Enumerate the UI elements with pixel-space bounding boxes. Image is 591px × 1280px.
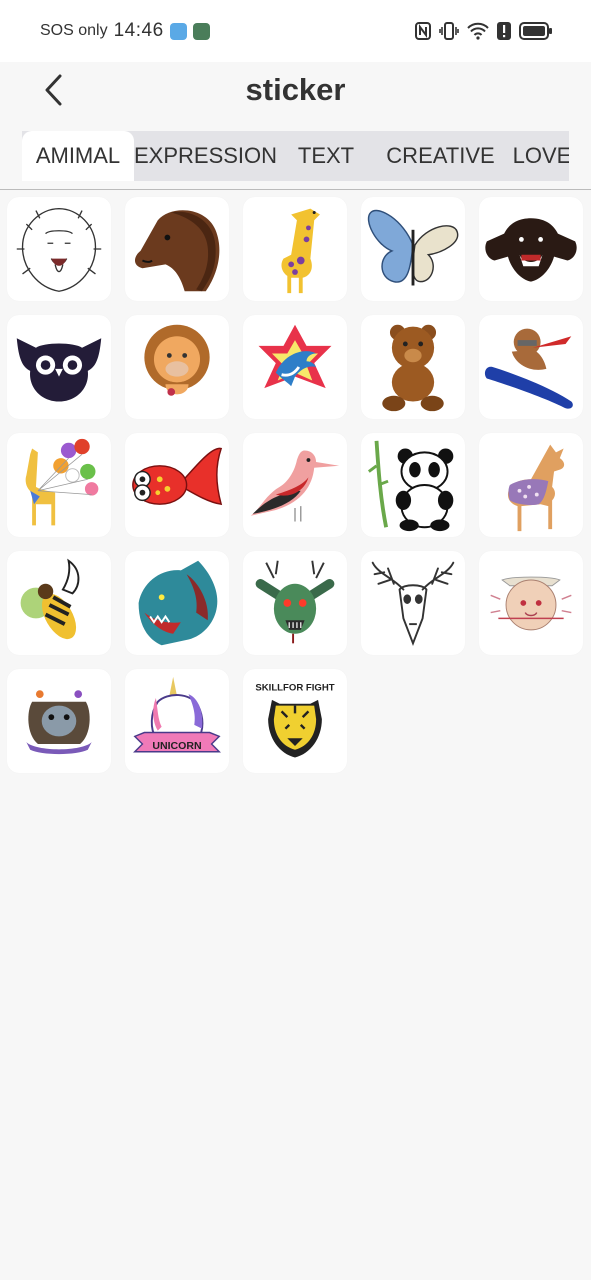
sticker-tile[interactable]: UNICORN	[125, 669, 229, 773]
sticker-tile[interactable]	[361, 551, 465, 655]
sticker-tile[interactable]	[7, 315, 111, 419]
sticker-tile[interactable]	[479, 197, 583, 301]
gallery-app-icon	[169, 22, 187, 40]
sticker-tile[interactable]	[479, 551, 583, 655]
tab-expression[interactable]: EXPRESSION	[134, 131, 277, 181]
deer-sticker-icon	[507, 444, 565, 532]
alert-icon	[497, 22, 511, 40]
deer-skull-sticker-icon	[371, 561, 455, 646]
sticker-tile[interactable]	[361, 197, 465, 301]
sticker-tile[interactable]	[7, 669, 111, 773]
vibrate-icon	[439, 22, 459, 40]
giraffe-sticker-icon	[281, 208, 320, 294]
tab-creative[interactable]: CREATIVE	[382, 131, 499, 181]
sticker-tile[interactable]: SKILLFOR FIGHT	[243, 669, 347, 773]
app-bar: sticker	[0, 62, 591, 118]
sticker-tile[interactable]	[7, 433, 111, 537]
teddy-bear-sticker-icon	[382, 324, 444, 412]
sticker-tile[interactable]	[243, 315, 347, 419]
lion-sticker-icon	[16, 208, 102, 292]
tab-animal[interactable]: AMIMAL	[22, 131, 134, 181]
sticker-tile[interactable]	[243, 197, 347, 301]
sticker-tile[interactable]	[125, 551, 229, 655]
monster-wolf-sticker-icon	[138, 560, 218, 646]
horse-sticker-icon	[134, 210, 220, 292]
panda-sticker-icon	[367, 440, 454, 532]
sticker-tile[interactable]	[479, 433, 583, 537]
bulldog-sticker-icon	[26, 690, 92, 755]
wasp-sticker-icon	[20, 558, 80, 640]
bear-sticker-icon	[485, 218, 577, 282]
clock: 14:46	[113, 20, 164, 41]
tabs-divider	[0, 189, 591, 190]
dolphin-star-sticker-icon	[258, 324, 332, 389]
sticker-tile[interactable]	[7, 197, 111, 301]
butterfly-sticker-icon	[367, 209, 459, 286]
cat-cowboy-sticker-icon	[490, 576, 572, 631]
category-tabs: AMIMAL EXPRESSION TEXT CREATIVE LOVE	[22, 131, 569, 181]
nfc-icon	[415, 22, 431, 40]
giraffe-balloons-sticker-icon	[25, 438, 99, 526]
sticker-tile[interactable]	[7, 551, 111, 655]
battery-icon	[519, 22, 552, 40]
wifi-icon	[467, 22, 489, 40]
sticker-tile[interactable]	[125, 197, 229, 301]
sticker-tile[interactable]	[361, 433, 465, 537]
carrier-text: SOS only	[40, 22, 108, 39]
status-bar: SOS only 14:46	[0, 0, 591, 62]
bird-sticker-icon	[250, 450, 340, 522]
sticker-tile[interactable]	[243, 551, 347, 655]
sticker-tile[interactable]	[125, 315, 229, 419]
tiger-label: SKILLFOR FIGHT	[255, 682, 334, 693]
page-title: sticker	[245, 72, 346, 107]
fitness-app-icon	[192, 22, 210, 40]
unicorn-sticker-icon: UNICORN	[133, 676, 221, 753]
tiger-sticker-icon: SKILLFOR FIGHT	[255, 682, 335, 758]
tab-love[interactable]: LOVE	[499, 131, 569, 181]
sticker-tile[interactable]	[125, 433, 229, 537]
unicorn-label: UNICORN	[152, 740, 201, 752]
owl-sticker-icon	[16, 338, 102, 402]
snowboard-bear-sticker-icon	[484, 328, 573, 409]
sticker-tile[interactable]	[243, 433, 347, 537]
tab-text[interactable]: TEXT	[270, 131, 382, 181]
sticker-tile[interactable]	[361, 315, 465, 419]
lion-cub-sticker-icon	[144, 324, 210, 396]
zombie-rabbit-sticker-icon	[255, 560, 335, 644]
goldfish-sticker-icon	[132, 447, 223, 506]
sticker-tile[interactable]	[479, 315, 583, 419]
